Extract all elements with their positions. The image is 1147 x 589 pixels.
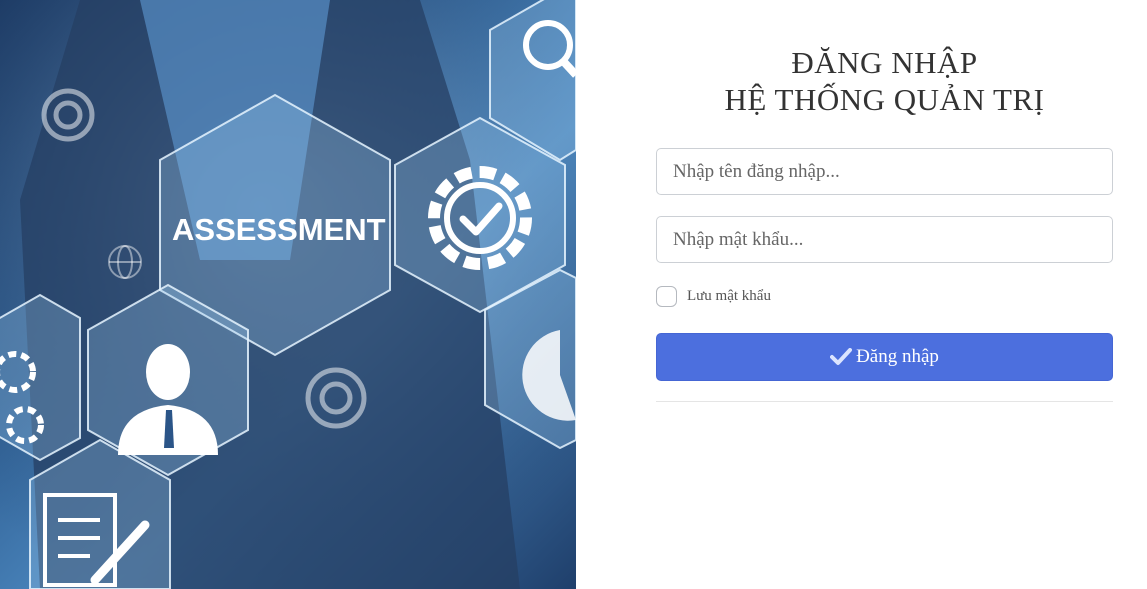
divider [656,401,1113,402]
username-input[interactable] [656,148,1113,195]
login-button-label: Đăng nhập [856,346,939,367]
remember-checkbox[interactable] [656,286,677,307]
password-input[interactable] [656,216,1113,263]
hero-image: ASSESSMENT [0,0,576,589]
login-button[interactable]: Đăng nhập [656,333,1113,381]
title-line-1: ĐĂNG NHẬP [791,45,978,80]
hero-illustration: ASSESSMENT [0,0,576,589]
login-panel: ĐĂNG NHẬP HỆ THỐNG QUẢN TRỊ Lưu mật khẩu… [576,0,1147,589]
page-title: ĐĂNG NHẬP HỆ THỐNG QUẢN TRỊ [576,44,1147,118]
remember-label: Lưu mật khẩu [687,288,771,304]
title-line-2: HỆ THỐNG QUẢN TRỊ [724,82,1045,117]
remember-password[interactable]: Lưu mật khẩu [656,286,771,307]
hero-keyword: ASSESSMENT [172,212,386,247]
check-icon [830,348,853,365]
